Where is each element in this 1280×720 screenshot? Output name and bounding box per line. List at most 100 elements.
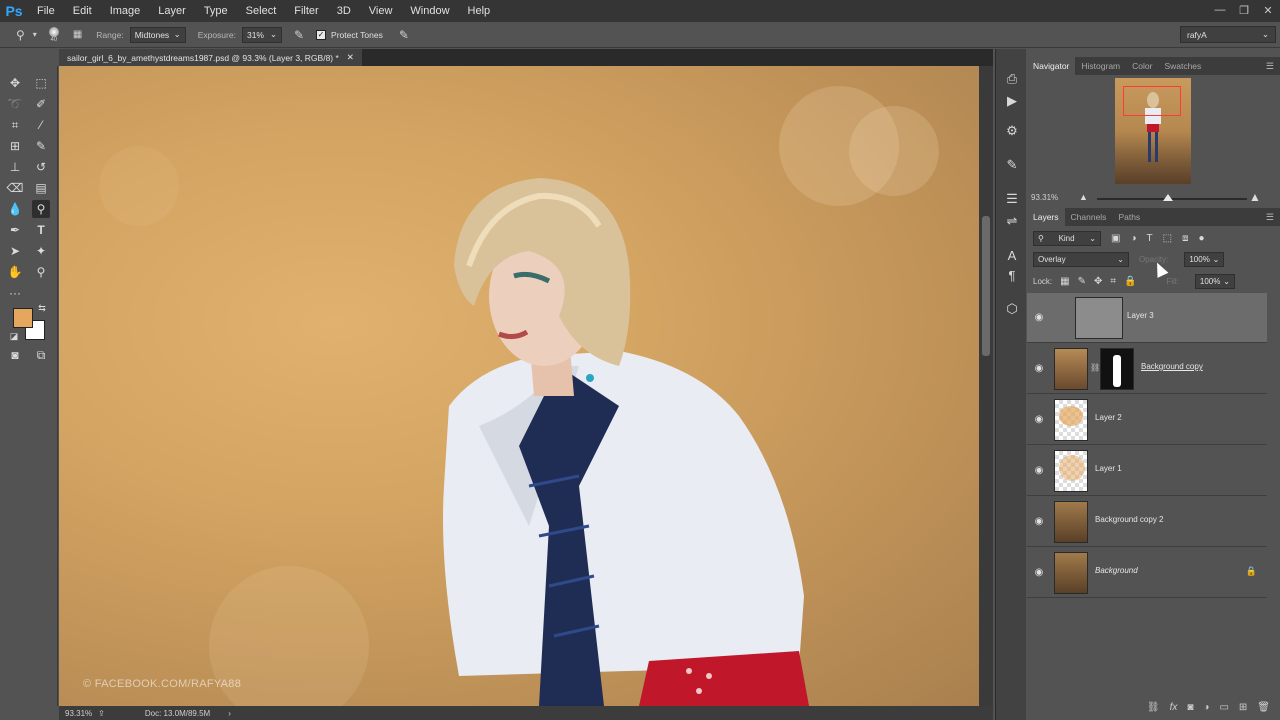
menu-edit[interactable]: Edit bbox=[64, 0, 101, 22]
eye-icon[interactable]: ◉ bbox=[1033, 566, 1045, 578]
styles-panel-icon[interactable]: ⇌ bbox=[1002, 211, 1022, 231]
brush-tool-icon[interactable]: ✎ bbox=[32, 137, 50, 155]
menu-layer[interactable]: Layer bbox=[149, 0, 195, 22]
navigator-view-box[interactable] bbox=[1123, 86, 1181, 116]
history-panel-icon[interactable]: ⎙ bbox=[1002, 69, 1022, 89]
crop-tool-icon[interactable]: ⌗ bbox=[6, 116, 24, 134]
pressure-icon[interactable]: ✎ bbox=[399, 28, 409, 42]
eye-icon[interactable]: ◉ bbox=[1033, 362, 1045, 374]
brush-panel-icon[interactable]: ✎ bbox=[1002, 155, 1022, 175]
blend-mode-select[interactable]: Overlay ⌄ bbox=[1033, 251, 1129, 267]
link-icon[interactable]: ⛓ bbox=[1090, 363, 1100, 372]
tab-swatches[interactable]: Swatches bbox=[1158, 57, 1207, 75]
layer-name[interactable]: Layer 1 bbox=[1095, 464, 1122, 473]
lasso-tool-icon[interactable]: ➰ bbox=[6, 95, 24, 113]
3d-panel-icon[interactable]: ⬡ bbox=[1002, 299, 1022, 319]
layer-name[interactable]: Background copy 2 bbox=[1095, 515, 1164, 524]
zoom-tool-icon[interactable]: ⚲ bbox=[32, 263, 50, 281]
tab-paths[interactable]: Paths bbox=[1112, 208, 1146, 226]
scroll-thumb[interactable] bbox=[982, 216, 990, 356]
eye-icon[interactable]: ◉ bbox=[1033, 311, 1045, 323]
workspace-select[interactable]: rafyA ⌄ bbox=[1180, 26, 1276, 43]
lock-artboard-icon[interactable]: ⌗ bbox=[1110, 276, 1116, 287]
clone-stamp-tool-icon[interactable]: ⊥ bbox=[6, 158, 24, 176]
marquee-tool-icon[interactable]: ⬚ bbox=[32, 74, 50, 92]
menu-help[interactable]: Help bbox=[459, 0, 500, 22]
smart-object-filter-icon[interactable]: ⧈ bbox=[1182, 233, 1188, 244]
eye-icon[interactable]: ◉ bbox=[1033, 515, 1045, 527]
layer-row-layer-3[interactable]: ◉ Layer 3 bbox=[1027, 293, 1267, 343]
dropdown-chevron-icon[interactable]: ▾ bbox=[33, 30, 37, 39]
lock-transparent-icon[interactable]: ▦ bbox=[1060, 276, 1069, 287]
exposure-input[interactable]: 31% ⌄ bbox=[241, 26, 282, 43]
properties-panel-icon[interactable]: ⚙ bbox=[1002, 121, 1022, 141]
menu-view[interactable]: View bbox=[360, 0, 402, 22]
quick-mask-icon[interactable]: ◙ bbox=[6, 346, 24, 364]
eraser-tool-icon[interactable]: ⌫ bbox=[6, 179, 24, 197]
filter-kind-select[interactable]: ⚲ Kind ⌄ bbox=[1033, 230, 1101, 246]
menu-window[interactable]: Window bbox=[401, 0, 458, 22]
character-panel-icon[interactable]: A bbox=[1002, 245, 1022, 265]
panel-menu-icon[interactable]: ☰ bbox=[1266, 212, 1274, 223]
tab-histogram[interactable]: Histogram bbox=[1075, 57, 1126, 75]
swap-colors-icon[interactable]: ⇆ bbox=[36, 302, 48, 314]
healing-brush-tool-icon[interactable]: ⊞ bbox=[6, 137, 24, 155]
tab-color[interactable]: Color bbox=[1126, 57, 1158, 75]
sponge-tool-icon[interactable]: ⚲ bbox=[16, 28, 25, 42]
menu-filter[interactable]: Filter bbox=[285, 0, 327, 22]
layer-row-layer-2[interactable]: ◉ Layer 2 bbox=[1027, 395, 1267, 445]
adjustment-filter-icon[interactable]: ◑ bbox=[1130, 233, 1136, 244]
tab-navigator[interactable]: Navigator bbox=[1027, 57, 1076, 75]
gradient-tool-icon[interactable]: ▤ bbox=[32, 179, 50, 197]
close-button[interactable]: ✕ bbox=[1256, 0, 1280, 20]
layer-name[interactable]: Layer 3 bbox=[1127, 311, 1154, 320]
navigator-thumbnail[interactable] bbox=[1115, 78, 1191, 184]
menu-3d[interactable]: 3D bbox=[328, 0, 360, 22]
type-filter-icon[interactable]: T bbox=[1147, 233, 1153, 244]
layer-row-background-copy[interactable]: ◉ ⛓ Background copy bbox=[1027, 344, 1267, 394]
range-select[interactable]: Midtones ⌄ bbox=[129, 26, 186, 43]
brush-panel-icon[interactable]: ▦ bbox=[73, 29, 82, 40]
layer-name[interactable]: Background copy bbox=[1141, 362, 1203, 371]
layer-name[interactable]: Background bbox=[1095, 566, 1138, 575]
layer-style-icon[interactable]: fx bbox=[1170, 702, 1178, 713]
minimize-button[interactable]: — bbox=[1208, 0, 1232, 20]
panel-menu-icon[interactable]: ☰ bbox=[1266, 61, 1274, 72]
add-mask-icon[interactable]: ◙ bbox=[1187, 702, 1193, 713]
blur-tool-icon[interactable]: 💧 bbox=[6, 200, 24, 218]
lock-pixels-icon[interactable]: ✎ bbox=[1078, 276, 1086, 287]
slider-knob[interactable] bbox=[1163, 194, 1173, 201]
tab-layers[interactable]: Layers bbox=[1027, 208, 1065, 226]
close-tab-icon[interactable]: ✕ bbox=[347, 52, 354, 63]
link-layers-icon[interactable]: ⛓ bbox=[1147, 702, 1160, 713]
restore-button[interactable]: ❐ bbox=[1232, 0, 1256, 20]
eye-icon[interactable]: ◉ bbox=[1033, 413, 1045, 425]
menu-type[interactable]: Type bbox=[195, 0, 237, 22]
quick-select-tool-icon[interactable]: ✐ bbox=[32, 95, 50, 113]
navigator-zoom-slider[interactable] bbox=[1097, 194, 1247, 201]
menu-file[interactable]: File bbox=[28, 0, 64, 22]
delete-layer-icon[interactable]: 🗑 bbox=[1257, 702, 1270, 713]
adjustments-panel-icon[interactable]: ☰ bbox=[1002, 189, 1022, 209]
default-colors-icon[interactable]: ◪ bbox=[8, 330, 20, 342]
status-arrow-icon[interactable]: › bbox=[228, 709, 231, 718]
sponge-tool-icon[interactable]: ⚲ bbox=[32, 200, 50, 218]
layer-name[interactable]: Layer 2 bbox=[1095, 413, 1122, 422]
menu-image[interactable]: Image bbox=[101, 0, 150, 22]
filter-toggle-icon[interactable]: ● bbox=[1198, 233, 1204, 244]
more-tools-icon[interactable]: ··· bbox=[6, 284, 24, 302]
shape-tool-icon[interactable]: ✦ bbox=[32, 242, 50, 260]
document-image[interactable]: © FACEBOOK.COM/RAFYA88 bbox=[59, 66, 979, 706]
new-group-icon[interactable]: ▭ bbox=[1219, 702, 1228, 713]
opacity-input[interactable]: 100% ⌄ bbox=[1184, 251, 1225, 267]
history-brush-tool-icon[interactable]: ↺ bbox=[32, 158, 50, 176]
layer-row-background-copy-2[interactable]: ◉ Background copy 2 bbox=[1027, 497, 1267, 547]
paragraph-panel-icon[interactable]: ¶ bbox=[1002, 265, 1022, 285]
foreground-color-swatch[interactable] bbox=[13, 308, 33, 328]
new-layer-icon[interactable]: ⊞ bbox=[1239, 702, 1247, 713]
zoom-out-icon[interactable]: ▲ bbox=[1079, 192, 1088, 202]
layer-row-background[interactable]: ◉ Background 🔒 bbox=[1027, 548, 1267, 598]
hand-tool-icon[interactable]: ✋ bbox=[6, 263, 24, 281]
brush-preset-picker[interactable]: 40 bbox=[48, 26, 59, 43]
lock-all-icon[interactable]: 🔒 bbox=[1124, 276, 1136, 287]
